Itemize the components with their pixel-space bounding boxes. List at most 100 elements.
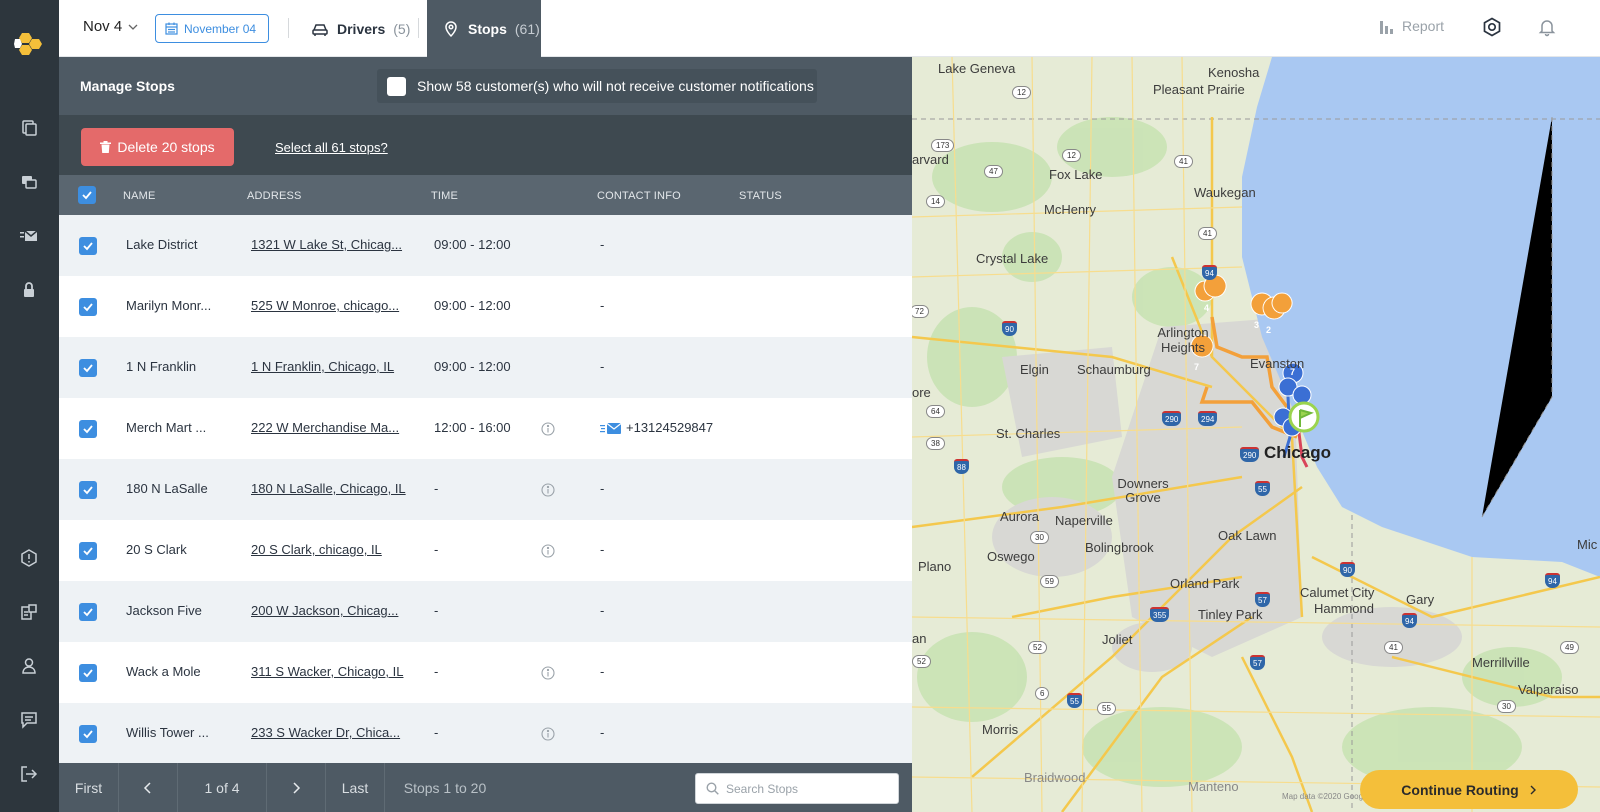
column-header-contact[interactable]: CONTACT INFO (597, 190, 681, 202)
stop-address-link[interactable]: 200 W Jackson, Chicag... (251, 603, 398, 618)
date-dropdown[interactable]: Nov 4 (83, 18, 138, 35)
stop-address-link[interactable]: 311 S Wacker, Chicago, IL (251, 664, 403, 679)
info-icon[interactable] (541, 666, 555, 680)
check-icon (82, 191, 92, 200)
stop-time: 09:00 - 12:00 (434, 359, 511, 374)
alert-icon[interactable] (19, 548, 39, 568)
stop-address-link[interactable]: 1 N Franklin, Chicago, IL (251, 359, 394, 374)
logo-icon[interactable] (14, 32, 44, 58)
pagination-bar: First 1 of 4 Last Stops 1 to 20 (59, 763, 912, 812)
first-page-button[interactable]: First (59, 763, 119, 812)
manage-stops-panel: Manage Stops Show 58 customer(s) who wil… (59, 57, 912, 812)
search-stops-input[interactable] (726, 781, 886, 796)
last-page-button[interactable]: Last (326, 763, 385, 812)
tab-drivers-label: Drivers (337, 20, 386, 37)
info-icon[interactable] (541, 483, 555, 497)
table-row[interactable]: Wack a Mole 311 S Wacker, Chicago, IL - … (59, 642, 912, 703)
checkbox-unchecked[interactable] (387, 76, 406, 96)
row-checkbox[interactable] (79, 603, 97, 621)
message-icon[interactable] (19, 226, 39, 246)
stops-table: Lake District 1321 W Lake St, Chicag... … (59, 215, 912, 764)
row-checkbox[interactable] (79, 420, 97, 438)
stop-name: Jackson Five (126, 603, 202, 618)
stop-pin-label[interactable]: 2 (1266, 325, 1271, 335)
route-map[interactable]: Lake Geneva Kenosha Pleasant Prairie Fox… (912, 57, 1600, 812)
table-row[interactable]: Lake District 1321 W Lake St, Chicag... … (59, 215, 912, 276)
notify-filter-checkbox[interactable]: Show 58 customer(s) who will not receive… (377, 69, 817, 103)
report-button[interactable]: Report (1379, 18, 1444, 34)
date-picker-button[interactable]: November 04 (155, 14, 269, 43)
stop-time: 09:00 - 12:00 (434, 298, 511, 313)
prev-page-button[interactable] (119, 763, 178, 812)
chat-icon[interactable] (19, 710, 39, 730)
table-row[interactable]: 1 N Franklin 1 N Franklin, Chicago, IL 0… (59, 337, 912, 398)
row-checkbox[interactable] (79, 359, 97, 377)
copy-icon[interactable] (19, 118, 39, 138)
lock-icon[interactable] (19, 280, 39, 300)
driver-icon[interactable] (19, 172, 39, 192)
stop-address-link[interactable]: 233 S Wacker Dr, Chica... (251, 725, 400, 740)
stop-pin-label[interactable]: 7 (1194, 362, 1199, 372)
continue-routing-button[interactable]: Continue Routing (1360, 770, 1578, 809)
map-label: Arlington Heights (1157, 325, 1209, 355)
tab-drivers[interactable]: Drivers (5) (311, 0, 410, 57)
user-icon[interactable] (19, 656, 39, 676)
column-header-name[interactable]: NAME (123, 190, 156, 202)
stop-address-link[interactable]: 222 W Merchandise Ma... (251, 420, 399, 435)
gear-icon[interactable] (1481, 16, 1503, 38)
stop-address-link[interactable]: 180 N LaSalle, Chicago, IL (251, 481, 406, 496)
column-header-status[interactable]: STATUS (739, 190, 782, 202)
table-row[interactable]: 20 S Clark 20 S Clark, chicago, IL - - (59, 520, 912, 581)
chevron-right-icon (293, 781, 301, 794)
stop-address-link[interactable]: 20 S Clark, chicago, IL (251, 542, 382, 557)
row-checkbox[interactable] (79, 725, 97, 743)
search-box[interactable] (695, 773, 899, 804)
interstate-94-shield: 94 (1402, 613, 1417, 628)
map-label: Evanston (1250, 356, 1305, 371)
row-checkbox[interactable] (79, 481, 97, 499)
column-header-time[interactable]: TIME (431, 190, 458, 202)
row-checkbox[interactable] (79, 237, 97, 255)
stop-pin-label[interactable]: 7 (1290, 367, 1295, 377)
integrations-icon[interactable] (19, 602, 39, 622)
table-row[interactable]: Merch Mart ... 222 W Merchandise Ma... 1… (59, 398, 912, 459)
stop-pin-label[interactable]: 3 (1254, 320, 1259, 330)
map-label: Lake Geneva (938, 61, 1016, 76)
stop-pin-label[interactable]: 4 (1204, 303, 1209, 313)
select-all-checkbox[interactable] (78, 186, 96, 204)
info-icon[interactable] (541, 727, 555, 741)
car-icon (312, 23, 328, 36)
stop-name: 180 N LaSalle (126, 481, 208, 496)
bell-icon[interactable] (1537, 17, 1557, 37)
logout-icon[interactable] (19, 764, 39, 784)
map-label: Orland Park (1170, 576, 1240, 591)
stop-address-link[interactable]: 1321 W Lake St, Chicag... (251, 237, 402, 252)
interstate-290-shield: 290 (1240, 447, 1260, 462)
calendar-icon (165, 22, 178, 35)
route-72-marker: 72 (912, 305, 929, 318)
info-icon[interactable] (541, 422, 555, 436)
page-indicator-label: 1 of 4 (204, 779, 240, 796)
row-checkbox[interactable] (79, 298, 97, 316)
info-icon[interactable] (541, 544, 555, 558)
column-header-address[interactable]: ADDRESS (247, 190, 302, 202)
table-row[interactable]: Willis Tower ... 233 S Wacker Dr, Chica.… (59, 703, 912, 764)
tab-stops[interactable]: Stops (61) (427, 0, 541, 57)
map-label: Aurora (1000, 509, 1040, 524)
stop-address-link[interactable]: 525 W Monroe, chicago... (251, 298, 399, 313)
delete-stops-button[interactable]: Delete 20 stops (81, 128, 234, 166)
next-page-button[interactable] (267, 763, 326, 812)
table-row[interactable]: Marilyn Monr... 525 W Monroe, chicago...… (59, 276, 912, 337)
row-checkbox[interactable] (79, 542, 97, 560)
stop-contact: - (600, 237, 605, 252)
divider (288, 18, 289, 38)
interstate-94-shield: 94 (1545, 573, 1560, 588)
table-row[interactable]: Jackson Five 200 W Jackson, Chicag... - … (59, 581, 912, 642)
select-all-link[interactable]: Select all 61 stops? (275, 140, 388, 155)
search-icon (706, 782, 719, 795)
route-14-marker: 14 (926, 195, 945, 208)
row-checkbox[interactable] (79, 664, 97, 682)
delete-stops-label: Delete 20 stops (117, 139, 215, 155)
table-row[interactable]: 180 N LaSalle 180 N LaSalle, Chicago, IL… (59, 459, 912, 520)
tab-stops-count: (61) (514, 20, 540, 37)
